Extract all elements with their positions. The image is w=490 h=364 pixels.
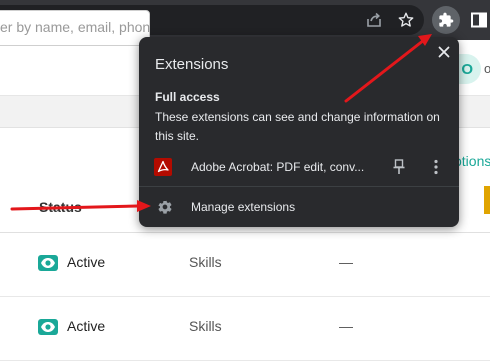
row-status: Active (67, 254, 106, 270)
row-value: — (339, 318, 353, 334)
more-options-icon[interactable] (431, 158, 441, 176)
table-row[interactable]: Active Skills — (0, 297, 490, 361)
options-link[interactable]: otions (454, 153, 490, 169)
side-tab[interactable] (484, 186, 490, 214)
row-type: Skills (189, 254, 222, 270)
full-access-heading: Full access (155, 90, 220, 104)
gear-icon (157, 199, 173, 215)
extensions-popup: Extensions Full access These extensions … (139, 37, 459, 227)
share-icon[interactable] (364, 10, 384, 30)
badge-text: O (461, 60, 473, 78)
status-column-header[interactable]: Status (39, 199, 82, 215)
table-row[interactable]: Active Skills — (0, 233, 490, 297)
extension-name: Adobe Acrobat: PDF edit, conv... (191, 160, 365, 174)
extensions-puzzle-icon[interactable] (432, 6, 460, 34)
manage-extensions-label: Manage extensions (191, 200, 296, 214)
row-value: — (339, 254, 353, 270)
bookmark-star-icon[interactable] (396, 10, 416, 30)
popup-divider (139, 186, 459, 187)
popup-title: Extensions (155, 56, 229, 73)
side-panel-icon[interactable] (469, 10, 489, 30)
extension-item-adobe-acrobat[interactable]: Adobe Acrobat: PDF edit, conv... (139, 152, 459, 182)
eye-icon (38, 319, 58, 335)
row-status: Active (67, 318, 106, 334)
row-type: Skills (189, 318, 222, 334)
search-placeholder: er by name, email, phon (0, 19, 150, 35)
pin-icon[interactable] (391, 158, 407, 176)
manage-extensions-item[interactable]: Manage extensions (139, 195, 459, 219)
badge-side-text: o (484, 61, 490, 76)
full-access-description: These extensions can see and change info… (155, 110, 440, 143)
eye-icon (38, 255, 58, 271)
adobe-acrobat-icon (154, 158, 172, 176)
close-icon[interactable] (435, 43, 453, 61)
